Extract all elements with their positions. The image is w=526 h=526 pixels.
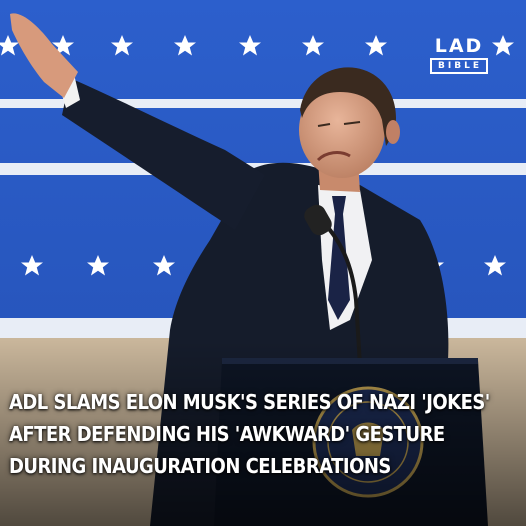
ladbible-logo: LAD BIBLE	[430, 36, 488, 74]
headline-line: DURING INAUGURATION CELEBRATIONS	[9, 454, 391, 478]
logo-wordmark-bottom: BIBLE	[430, 58, 488, 74]
headline-line: ADL SLAMS ELON MUSK'S SERIES OF NAZI 'JO…	[9, 390, 490, 414]
ear	[386, 120, 400, 144]
headline-line: AFTER DEFENDING HIS 'AWKWARD' GESTURE	[9, 422, 445, 446]
headline: ADL SLAMS ELON MUSK'S SERIES OF NAZI 'JO…	[9, 388, 521, 480]
logo-wordmark-top: LAD	[434, 35, 484, 57]
social-post-image: LAD BIBLE ADL SLAMS ELON MUSK'S SERIES O…	[0, 0, 526, 526]
